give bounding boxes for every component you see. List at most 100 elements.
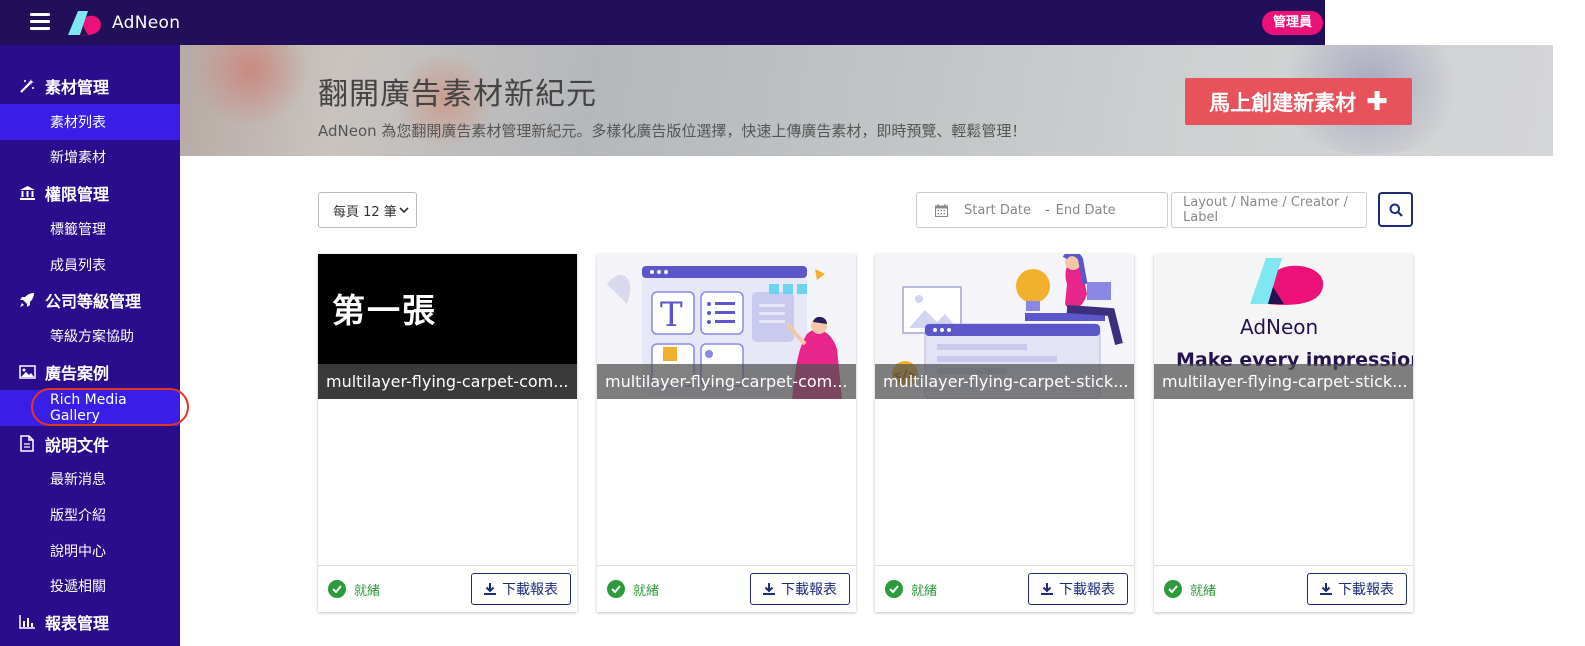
card-footer: 就緒 下載報表 — [875, 565, 1134, 612]
download-icon — [1320, 583, 1332, 595]
sidebar-item-material-list[interactable]: 素材列表 — [0, 104, 180, 140]
card-title: multilayer-flying-carpet-com... — [318, 364, 577, 399]
chevron-down-icon — [399, 207, 409, 214]
sidebar-group-ad-cases[interactable]: 廣告案例 — [0, 354, 180, 390]
admin-badge[interactable]: 管理員 — [1262, 11, 1324, 35]
download-label: 下載報表 — [1059, 582, 1115, 598]
sidebar-group-label: 公司等級管理 — [45, 292, 142, 312]
status-text: 就緒 — [911, 583, 938, 599]
menu-toggle-icon[interactable] — [30, 13, 50, 31]
sidebar-item-label: 新增素材 — [50, 150, 106, 167]
sidebar-group-material[interactable]: 素材管理 — [0, 68, 180, 104]
sidebar-item-label: 標籤管理 — [50, 221, 106, 238]
download-icon — [1041, 583, 1053, 595]
adneon-logo[interactable]: AdNeon — [66, 9, 180, 37]
sidebar-item-layout-intro[interactable]: 版型介紹 — [0, 497, 180, 533]
thumbnail-text: 第一張 — [332, 291, 437, 330]
sidebar-item-delivery[interactable]: 投遞相關 — [0, 568, 180, 604]
download-report-button[interactable]: 下載報表 — [1028, 573, 1128, 605]
sidebar-item-label: 最新消息 — [50, 472, 106, 489]
sidebar-group-reports[interactable]: 報表管理 — [0, 604, 180, 640]
check-circle-icon — [885, 580, 903, 598]
sidebar-item-label: 等級方案協助 — [50, 329, 134, 346]
sidebar-group-label: 權限管理 — [45, 185, 110, 205]
sidebar-group-docs[interactable]: 說明文件 — [0, 426, 180, 462]
check-circle-icon — [607, 580, 625, 598]
sidebar-group-label: 廣告案例 — [45, 363, 110, 383]
download-label: 下載報表 — [781, 582, 837, 598]
per-page-value: 每頁 12 筆 — [333, 204, 397, 220]
hero-banner: 翻開廣告素材新紀元 AdNeon 為您翻開廣告素材管理新紀元。多樣化廣告版位選擇… — [180, 45, 1555, 156]
bar-chart-icon — [18, 613, 36, 631]
status-badge: 就緒 — [885, 580, 937, 599]
card-thumbnail[interactable]: </> multilayer-flying-carpet-stick... — [875, 254, 1134, 399]
download-icon — [763, 583, 775, 595]
sidebar-item-label: 投遞相關 — [50, 579, 106, 596]
sidebar-item-member-list[interactable]: 成員列表 — [0, 247, 180, 283]
brand-logo-text: AdNeon — [1240, 315, 1318, 339]
hero-subtitle: AdNeon 為您翻開廣告素材管理新紀元。多樣化廣告版位選擇，快速上傳廣告素材，… — [318, 122, 1027, 140]
sidebar-item-latest-news[interactable]: 最新消息 — [0, 462, 180, 498]
sidebar-group-label: 說明文件 — [45, 435, 110, 455]
right-margin — [1553, 45, 1585, 646]
search-button[interactable] — [1378, 192, 1413, 227]
sidebar-item-label: 版型介紹 — [50, 507, 106, 524]
material-card[interactable]: </> multilayer-flying-carpet-stick... 就緒… — [875, 254, 1134, 612]
start-date-input[interactable]: Start Date — [964, 203, 1031, 218]
status-text: 就緒 — [1190, 583, 1217, 599]
sidebar-item-help-center[interactable]: 說明中心 — [0, 533, 180, 569]
sidebar-item-label: 成員列表 — [50, 257, 106, 274]
sidebar-group-company-level[interactable]: 公司等級管理 — [0, 282, 180, 318]
download-report-button[interactable]: 下載報表 — [750, 573, 850, 605]
card-footer: 就緒 下載報表 — [318, 565, 577, 612]
check-circle-icon — [1164, 580, 1182, 598]
bank-icon — [18, 184, 36, 202]
magic-wand-icon — [18, 77, 36, 95]
status-badge: 就緒 — [1164, 580, 1216, 599]
check-circle-icon — [328, 580, 346, 598]
sidebar-item-rich-media-gallery[interactable]: Rich Media Gallery — [0, 389, 180, 426]
sidebar-group-label: 素材管理 — [45, 78, 110, 97]
card-thumbnail[interactable]: 第一張 multilayer-flying-carpet-com... — [318, 254, 577, 399]
status-text: 就緒 — [633, 583, 660, 599]
material-card[interactable]: 第一張 multilayer-flying-carpet-com... 就緒 下… — [318, 254, 577, 612]
card-footer: 就緒 下載報表 — [597, 565, 856, 612]
sidebar-item-label: 說明中心 — [50, 543, 106, 560]
sidebar-item-label-manage[interactable]: 標籤管理 — [0, 211, 180, 247]
card-thumbnail[interactable]: AdNeon Make every impression multilayer-… — [1154, 254, 1413, 399]
sidebar: 素材管理 素材列表 新增素材 權限管理 標籤管理 成員列表 公司等級管理 等級方… — [0, 45, 180, 646]
adneon-logo-icon — [68, 11, 101, 36]
sidebar-group-permission[interactable]: 權限管理 — [0, 175, 180, 211]
sidebar-item-label: 素材列表 — [50, 114, 106, 131]
per-page-select[interactable]: 每頁 12 筆 — [318, 192, 417, 228]
status-badge: 就緒 — [607, 580, 659, 599]
end-date-input[interactable]: End Date — [1056, 203, 1116, 218]
create-material-button[interactable]: 馬上創建新素材 ✚ — [1185, 78, 1412, 125]
search-input[interactable]: Layout / Name / Creator / Label — [1171, 192, 1367, 228]
sidebar-item-level-plan[interactable]: 等級方案協助 — [0, 318, 180, 354]
create-button-label: 馬上創建新素材 — [1209, 90, 1357, 115]
download-label: 下載報表 — [1338, 582, 1394, 598]
card-footer: 就緒 下載報表 — [1154, 565, 1413, 612]
calendar-icon — [935, 203, 948, 217]
material-card[interactable]: T multilayer-flying-carpet-com... 就緒 下載報… — [597, 254, 856, 612]
download-report-button[interactable]: 下載報表 — [1307, 573, 1407, 605]
logo-text: AdNeon — [112, 13, 181, 33]
download-report-button[interactable]: 下載報表 — [471, 573, 571, 605]
search-icon — [1389, 203, 1403, 217]
rocket-icon — [18, 291, 36, 309]
card-title: multilayer-flying-carpet-com... — [597, 364, 856, 399]
card-title: multilayer-flying-carpet-stick... — [875, 364, 1134, 399]
card-thumbnail[interactable]: T multilayer-flying-carpet-com... — [597, 254, 856, 399]
material-card[interactable]: AdNeon Make every impression multilayer-… — [1154, 254, 1413, 612]
date-range-picker[interactable]: Start Date - End Date — [916, 192, 1168, 228]
date-separator: - — [1044, 202, 1050, 218]
status-text: 就緒 — [354, 583, 381, 599]
sidebar-item-add-material[interactable]: 新增素材 — [0, 140, 180, 176]
image-icon — [18, 363, 36, 381]
sidebar-item-label: Rich Media Gallery — [50, 391, 127, 424]
card-title: multilayer-flying-carpet-stick... — [1154, 364, 1413, 399]
plus-icon: ✚ — [1366, 86, 1388, 117]
status-badge: 就緒 — [328, 580, 380, 599]
top-navbar: AdNeon 管理員 — [0, 0, 1325, 45]
